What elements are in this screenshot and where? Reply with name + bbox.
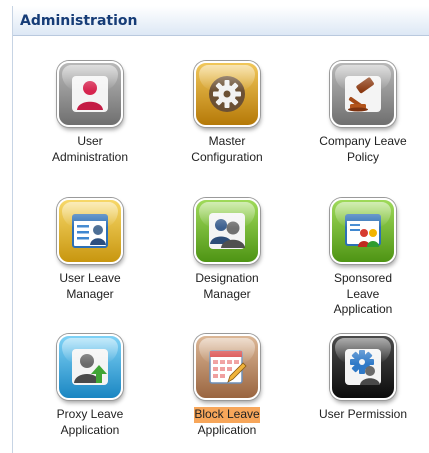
user-permission-icon[interactable]	[330, 334, 396, 400]
tile-label-line1: Block Leave	[194, 407, 260, 423]
tile-master-configuration[interactable]: Master Configuration	[167, 61, 287, 165]
panel-header: Administration	[13, 6, 429, 36]
tile-label-line1: Master	[208, 134, 246, 148]
users-group-icon[interactable]	[194, 198, 260, 264]
proxy-user-icon[interactable]	[57, 334, 123, 400]
tile-label-line2: Manager	[66, 286, 114, 301]
tile-proxy-leave-application[interactable]: Proxy Leave Application	[30, 334, 150, 438]
tile-company-leave-policy[interactable]: Company Leave Policy	[303, 61, 423, 165]
tile-label-line2: Administration	[51, 149, 129, 164]
tile-label-line2: Application	[197, 422, 257, 437]
tile-label-line2: Manager	[203, 286, 251, 301]
sponsored-leave-icon[interactable]	[330, 198, 396, 264]
tile-sponsored-leave-application[interactable]: Sponsored Leave Application	[303, 198, 423, 318]
gear-icon[interactable]	[194, 61, 260, 127]
gavel-icon[interactable]	[330, 61, 396, 127]
tile-label-line2: Leave	[346, 286, 380, 301]
tile-label-line1: User Leave	[59, 271, 121, 285]
tile-label-line2: Application	[60, 422, 120, 437]
tile-label-line2: Policy	[346, 149, 379, 164]
tile-label-line1: Designation	[195, 271, 259, 285]
tile-user-leave-manager[interactable]: User Leave Manager	[30, 198, 150, 302]
tile-user-permission[interactable]: User Permission	[303, 334, 423, 423]
tile-label-line1: Sponsored	[333, 271, 393, 285]
user-admin-icon[interactable]	[57, 61, 123, 127]
user-list-icon[interactable]	[57, 198, 123, 264]
panel-title: Administration	[20, 13, 138, 29]
administration-panel: Administration User Administration Maste…	[12, 6, 429, 453]
tile-label-line2: Configuration	[191, 149, 263, 164]
tile-label-line1: Company Leave	[319, 134, 407, 148]
tile-user-administration[interactable]: User Administration	[30, 61, 150, 165]
tile-label-line1: User Permission	[318, 407, 408, 421]
tile-label-line1: Proxy Leave	[56, 407, 124, 421]
tile-designation-manager[interactable]: Designation Manager	[167, 198, 287, 302]
calendar-edit-icon[interactable]	[194, 334, 260, 400]
tile-label-line3: Application	[333, 302, 393, 316]
tile-block-leave-application[interactable]: Block Leave Application	[167, 334, 287, 438]
tile-label-line1: User	[77, 134, 103, 148]
